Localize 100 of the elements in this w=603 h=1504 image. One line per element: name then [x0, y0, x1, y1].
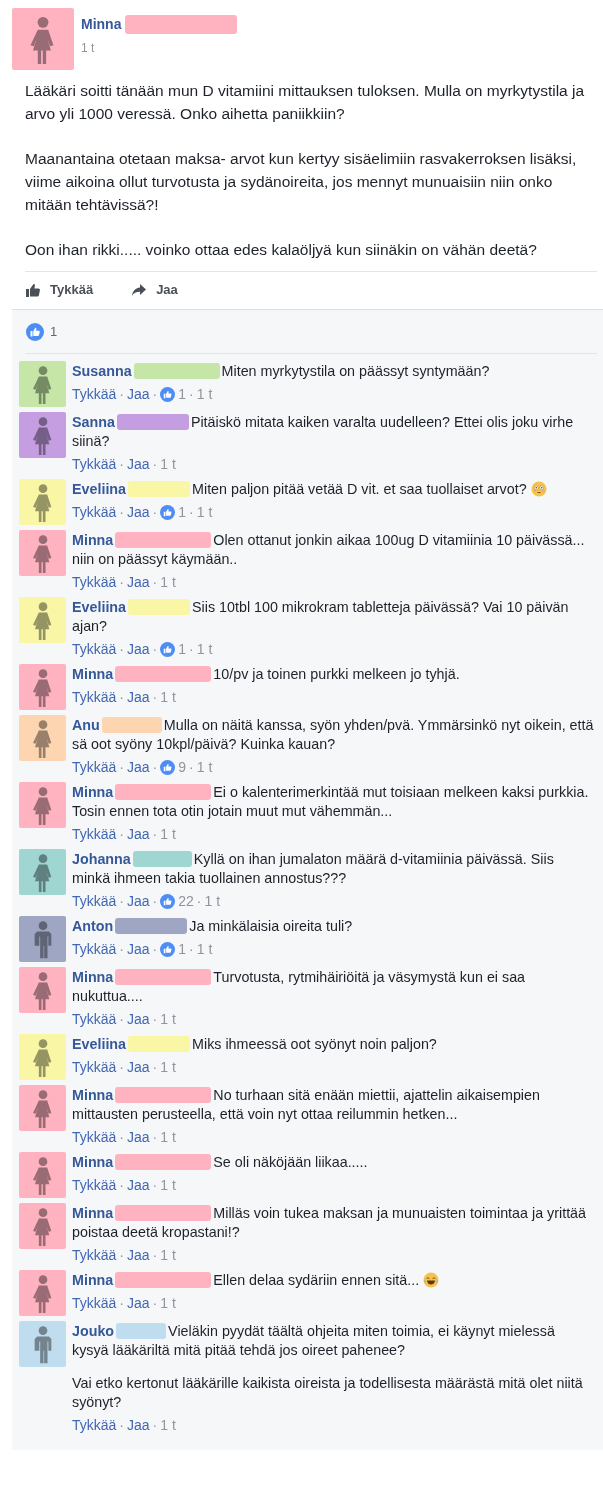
separator-dot: · [152, 892, 158, 911]
reply-link[interactable]: Jaa [127, 1246, 150, 1265]
like-count[interactable]: 1 [178, 385, 187, 404]
separator-dot: · [196, 892, 202, 911]
like-count[interactable]: 1 [178, 940, 187, 959]
separator-dot: · [119, 1128, 125, 1147]
like-count[interactable]: 22 [178, 892, 194, 911]
commenter-name-link[interactable]: Minna [72, 784, 114, 800]
comment-time: 1 t [160, 1058, 176, 1077]
avatar[interactable] [12, 8, 74, 70]
comment-time: 1 t [160, 1010, 176, 1029]
like-link[interactable]: Tykkää [72, 640, 117, 659]
separator-dot: · [119, 1176, 125, 1195]
reply-link[interactable]: Jaa [127, 1416, 150, 1435]
like-count[interactable]: 9 [178, 758, 187, 777]
comment-time: 1 t [160, 688, 176, 707]
like-link[interactable]: Tykkää [72, 1058, 117, 1077]
avatar[interactable] [19, 412, 66, 458]
avatar[interactable] [19, 1270, 66, 1316]
avatar[interactable] [19, 361, 66, 407]
like-link[interactable]: Tykkää [72, 825, 117, 844]
reply-link[interactable]: Jaa [127, 688, 150, 707]
reply-link[interactable]: Jaa [127, 1010, 150, 1029]
avatar[interactable] [19, 1085, 66, 1131]
avatar[interactable] [19, 664, 66, 710]
like-link[interactable]: Tykkää [72, 503, 117, 522]
separator-dot: · [189, 385, 194, 404]
commenter-name-link[interactable]: Johanna [72, 851, 131, 867]
comment-time: 1 t [160, 1246, 176, 1265]
like-count[interactable]: 1 [178, 640, 187, 659]
reply-link[interactable]: Jaa [127, 385, 150, 404]
like-link[interactable]: Tykkää [72, 688, 117, 707]
commenter-name-link[interactable]: Anu [72, 717, 100, 733]
separator-dot: · [152, 1010, 158, 1029]
commenter-name-link[interactable]: Susanna [72, 363, 132, 379]
separator-dot: · [189, 940, 194, 959]
reply-link[interactable]: Jaa [127, 1294, 150, 1313]
reply-link[interactable]: Jaa [127, 758, 150, 777]
reply-link[interactable]: Jaa [127, 1176, 150, 1195]
author-name-link[interactable]: Minna [81, 14, 122, 35]
like-link[interactable]: Tykkää [72, 573, 117, 592]
separator-dot: · [189, 503, 194, 522]
separator-dot: · [119, 1058, 125, 1077]
avatar[interactable] [19, 1203, 66, 1249]
avatar[interactable] [19, 530, 66, 576]
avatar[interactable] [19, 1034, 66, 1080]
like-button[interactable]: Tykkää [25, 280, 94, 300]
like-link[interactable]: Tykkää [72, 758, 117, 777]
commenter-name-link[interactable]: Eveliina [72, 599, 127, 615]
like-link[interactable]: Tykkää [72, 892, 117, 911]
avatar[interactable] [19, 597, 66, 643]
avatar[interactable] [19, 1321, 66, 1367]
avatar[interactable] [19, 1152, 66, 1198]
commenter-name-link[interactable]: Minna [72, 1272, 114, 1288]
commenter-name-link[interactable]: Eveliina [72, 481, 127, 497]
commenter-name-link[interactable]: Minna [72, 1087, 114, 1103]
commenter-name-link[interactable]: Minna [72, 532, 114, 548]
commenter-name-link[interactable]: Minna [72, 666, 114, 682]
like-link[interactable]: Tykkää [72, 1416, 117, 1435]
separator-dot: · [119, 455, 125, 474]
avatar[interactable] [19, 479, 66, 525]
avatar[interactable] [19, 782, 66, 828]
separator-dot: · [119, 1416, 125, 1435]
like-link[interactable]: Tykkää [72, 455, 117, 474]
reply-link[interactable]: Jaa [127, 1128, 150, 1147]
reply-link[interactable]: Jaa [127, 892, 150, 911]
like-link[interactable]: Tykkää [72, 1010, 117, 1029]
comment-time: 1 t [160, 825, 176, 844]
like-link[interactable]: Tykkää [72, 1246, 117, 1265]
commenter-name-link[interactable]: Minna [72, 969, 114, 985]
share-button[interactable]: Jaa [131, 280, 178, 300]
commenter-name-link[interactable]: Jouko [72, 1323, 115, 1339]
like-link[interactable]: Tykkää [72, 1176, 117, 1195]
like-count[interactable]: 1 [178, 503, 187, 522]
like-link[interactable]: Tykkää [72, 1128, 117, 1147]
commenter-name-link[interactable]: Minna [72, 1205, 114, 1221]
like-link[interactable]: Tykkää [72, 1294, 117, 1313]
avatar[interactable] [19, 916, 66, 962]
reaction-count[interactable]: 1 [50, 321, 58, 342]
commenter-name-link[interactable]: Minna [72, 1154, 114, 1170]
avatar[interactable] [19, 967, 66, 1013]
reply-link[interactable]: Jaa [127, 825, 150, 844]
comment-time: 1 t [196, 503, 213, 522]
reply-link[interactable]: Jaa [127, 503, 150, 522]
separator-dot: · [152, 640, 158, 659]
avatar[interactable] [19, 715, 66, 761]
commenter-name-link[interactable]: Sanna [72, 414, 115, 430]
commenter-name-link[interactable]: Eveliina [72, 1036, 127, 1052]
comment-time: 1 t [160, 1128, 176, 1147]
comment-text: Minna No turhaan sitä enään miettii, ajattelin aikaisempien mittausten perusteella, että voin nyt ottaa reilummin hetken... [72, 1086, 541, 1124]
comment-text: Sanna Pitäiskö mitata kaiken varalta uudelleen? Ettei olis joku virhe siinä? [72, 413, 575, 451]
reply-link[interactable]: Jaa [127, 640, 150, 659]
reply-link[interactable]: Jaa [127, 1058, 150, 1077]
like-link[interactable]: Tykkää [72, 940, 117, 959]
like-link[interactable]: Tykkää [72, 385, 117, 404]
reply-link[interactable]: Jaa [127, 455, 150, 474]
commenter-name-link[interactable]: Anton [72, 918, 114, 934]
avatar[interactable] [19, 849, 66, 895]
reply-link[interactable]: Jaa [127, 940, 150, 959]
reply-link[interactable]: Jaa [127, 573, 150, 592]
